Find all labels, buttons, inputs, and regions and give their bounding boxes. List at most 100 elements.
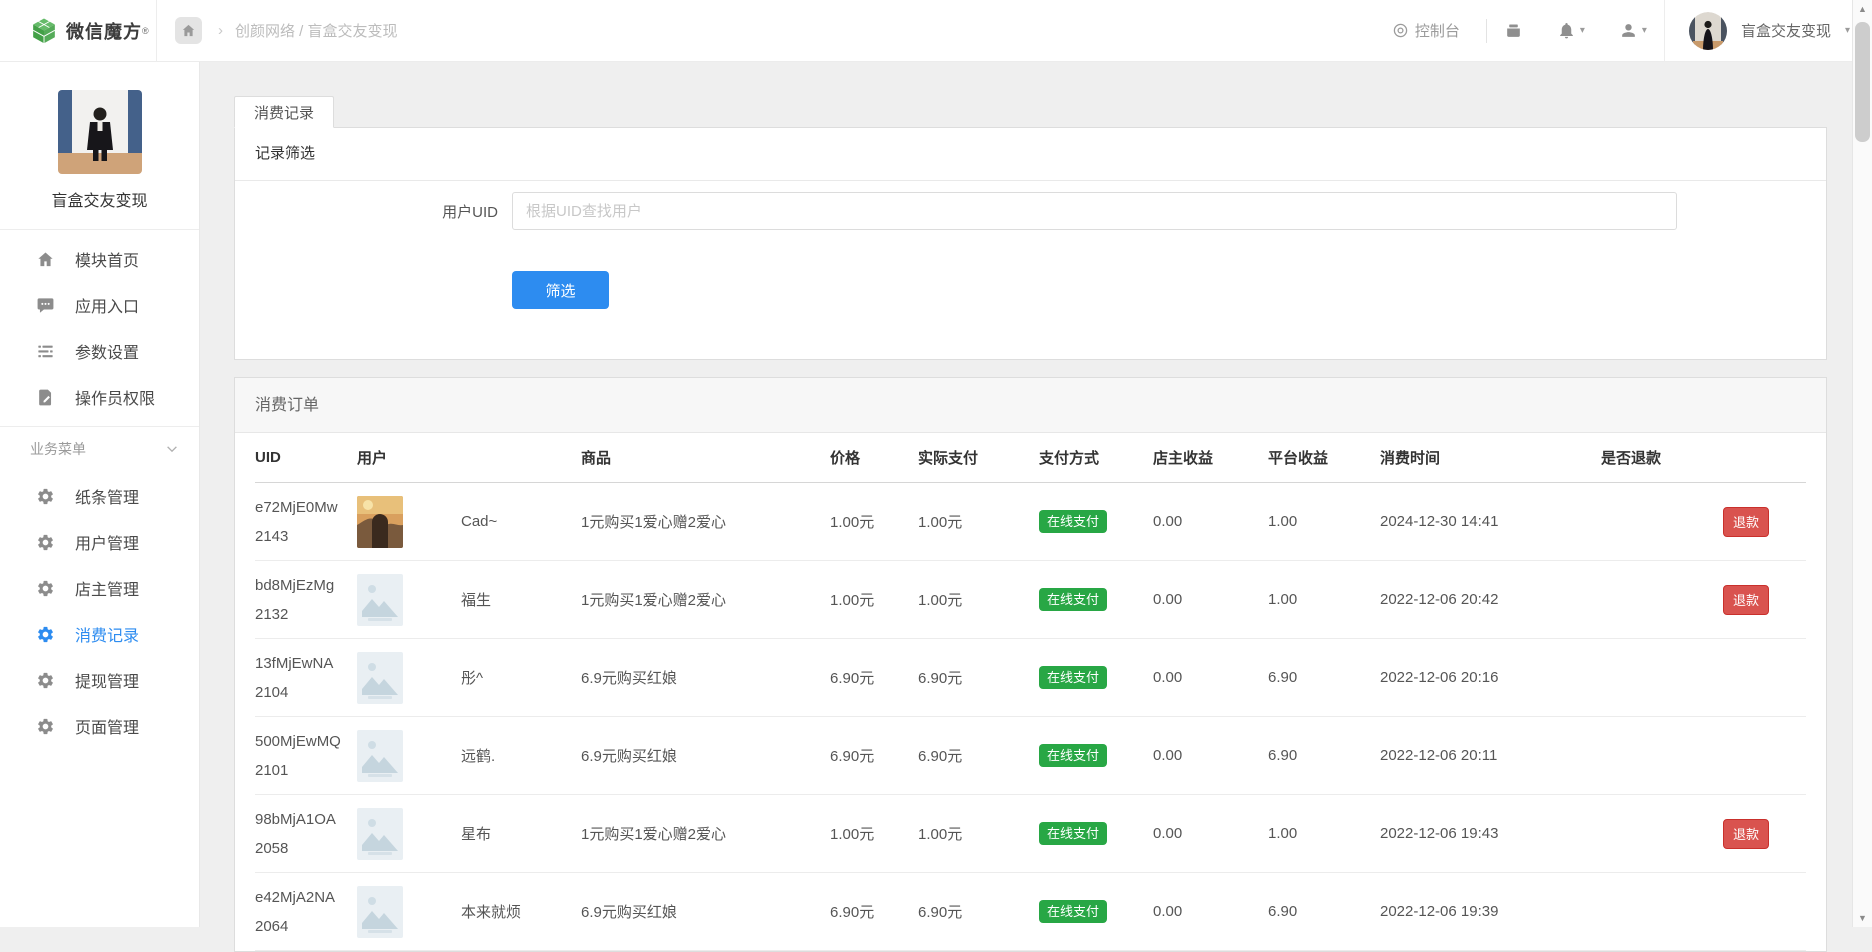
price-cell: 6.90元 [830, 667, 918, 688]
sidebar-section-business[interactable]: 业务菜单 [0, 427, 199, 471]
sidebar-item-操作员权限[interactable]: 操作员权限 [0, 374, 199, 420]
header-divider [156, 0, 157, 62]
consume-time-cell: 2024-12-30 14:41 [1380, 513, 1601, 530]
sidebar-item-提现管理[interactable]: 提现管理 [0, 657, 199, 703]
uid-number: 2058 [255, 840, 357, 857]
logo-registered-mark: ® [142, 26, 149, 36]
uid-code: 500MjEwMQ [255, 733, 357, 750]
online-pay-badge: 在线支付 [1039, 744, 1107, 767]
column-header: 支付方式 [1039, 447, 1153, 468]
module-name: 盲盒交友变现 [0, 187, 199, 229]
platform-income-cell: 1.00 [1268, 513, 1380, 530]
uid-number: 2143 [255, 528, 357, 545]
tab-consumption-records[interactable]: 消费记录 [234, 96, 334, 128]
uid-number: 2064 [255, 918, 357, 935]
main-content: 消费记录 记录筛选 用户UID 筛选 消费订单 UID用户商品价格实际支付支付方… [234, 62, 1827, 952]
uid-code: bd8MjEzMg [255, 577, 357, 594]
column-header: 消费时间 [1380, 447, 1601, 468]
refund-button[interactable]: 退款 [1723, 507, 1769, 537]
filter-submit-button[interactable]: 筛选 [512, 271, 609, 309]
refund-button[interactable]: 退款 [1723, 585, 1769, 615]
user-cell: 福生 [357, 574, 581, 626]
breadcrumb-chevron: › [218, 22, 223, 39]
sidebar-item-label: 模块首页 [75, 247, 139, 271]
shop-income-cell: 0.00 [1153, 513, 1268, 530]
scroll-down-arrow-icon[interactable]: ▼ [1853, 909, 1872, 927]
sidebar-item-参数设置[interactable]: 参数设置 [0, 328, 199, 374]
price-cell: 6.90元 [830, 901, 918, 922]
shop-income-cell: 0.00 [1153, 591, 1268, 608]
sidebar-item-应用入口[interactable]: 应用入口 [0, 282, 199, 328]
user-avatar [357, 808, 403, 860]
shop-income-cell: 0.00 [1153, 747, 1268, 764]
account-caret-icon: ▾ [1845, 25, 1850, 36]
home-icon [36, 250, 55, 269]
uid-cell: 98bMjA1OA2058 [255, 811, 357, 857]
header-divider [1664, 0, 1665, 62]
filter-panel-title: 记录筛选 [235, 128, 1826, 181]
price-cell: 6.90元 [830, 745, 918, 766]
uid-search-input[interactable] [512, 192, 1677, 230]
billing-icon[interactable] [1504, 21, 1523, 40]
column-header: 是否退款 [1601, 447, 1806, 468]
user-cell: Cad~ [357, 496, 581, 548]
sidebar-item-模块首页[interactable]: 模块首页 [0, 236, 199, 282]
operator-permission-icon [36, 388, 55, 407]
online-pay-badge: 在线支付 [1039, 900, 1107, 923]
logo-text: 微信魔方 [66, 18, 142, 44]
scrollbar-thumb[interactable] [1855, 22, 1870, 142]
sidebar-item-用户管理[interactable]: 用户管理 [0, 519, 199, 565]
page-scrollbar[interactable]: ▲ ▼ [1852, 0, 1872, 927]
gear-icon [36, 671, 55, 690]
pay-method-cell: 在线支付 [1039, 588, 1153, 611]
app-logo[interactable]: 微信魔方 ® [0, 16, 156, 46]
pay-method-cell: 在线支付 [1039, 510, 1153, 533]
actual-paid-cell: 6.90元 [918, 745, 1039, 766]
orders-panel-title: 消费订单 [235, 378, 1826, 433]
column-header: 平台收益 [1268, 447, 1380, 468]
cube-logo-icon [29, 16, 59, 46]
comment-icon [36, 296, 55, 315]
breadcrumb-path: 创颜网络 / 盲盒交友变现 [235, 20, 398, 41]
breadcrumb: › 创颜网络 / 盲盒交友变现 [175, 17, 398, 44]
column-header: 价格 [830, 447, 918, 468]
notifications-bell-icon[interactable]: ▾ [1557, 21, 1585, 40]
uid-number: 2104 [255, 684, 357, 701]
column-header: UID [255, 449, 357, 466]
sidebar: 盲盒交友变现 模块首页应用入口参数设置操作员权限 业务菜单 纸条管理用户管理店主… [0, 62, 200, 927]
gear-icon [36, 487, 55, 506]
sidebar-item-页面管理[interactable]: 页面管理 [0, 703, 199, 749]
sidebar-menu-top: 模块首页应用入口参数设置操作员权限 [0, 230, 199, 426]
consume-time-cell: 2022-12-06 19:39 [1380, 903, 1601, 920]
table-row: 98bMjA1OA2058星布1元购买1爱心赠2爱心1.00元1.00元在线支付… [255, 795, 1806, 873]
table-row: e42MjA2NA2064本来就烦6.9元购买红娘6.90元6.90元在线支付0… [255, 873, 1806, 951]
actual-paid-cell: 6.90元 [918, 901, 1039, 922]
sidebar-item-label: 参数设置 [75, 339, 139, 363]
user-nickname: 远鹤. [461, 745, 495, 766]
sidebar-item-纸条管理[interactable]: 纸条管理 [0, 473, 199, 519]
sidebar-item-消费记录[interactable]: 消费记录 [0, 611, 199, 657]
pay-method-cell: 在线支付 [1039, 744, 1153, 767]
consume-time-cell: 2022-12-06 20:16 [1380, 669, 1601, 686]
uid-cell: 13fMjEwNA 2104 [255, 655, 357, 701]
home-icon[interactable] [175, 17, 202, 44]
filter-panel: 记录筛选 用户UID 筛选 [234, 127, 1827, 360]
user-menu-icon[interactable]: ▾ [1619, 21, 1647, 40]
sidebar-item-店主管理[interactable]: 店主管理 [0, 565, 199, 611]
refund-button[interactable]: 退款 [1723, 819, 1769, 849]
console-link[interactable]: 控制台 [1392, 20, 1460, 41]
uid-code: e72MjE0Mw [255, 499, 357, 516]
account-switcher[interactable]: 盲盒交友变现 ▾ [1689, 12, 1850, 50]
actual-paid-cell: 1.00元 [918, 589, 1039, 610]
user-avatar [357, 886, 403, 938]
header-divider [1486, 19, 1487, 43]
actual-paid-cell: 6.90元 [918, 667, 1039, 688]
gear-icon [36, 533, 55, 552]
uid-code: 13fMjEwNA [255, 655, 357, 672]
sidebar-item-label: 消费记录 [75, 622, 139, 646]
price-cell: 1.00元 [830, 823, 918, 844]
gear-icon [36, 717, 55, 736]
product-cell: 1元购买1爱心赠2爱心 [581, 823, 830, 844]
scroll-up-arrow-icon[interactable]: ▲ [1853, 0, 1872, 18]
actual-paid-cell: 1.00元 [918, 823, 1039, 844]
